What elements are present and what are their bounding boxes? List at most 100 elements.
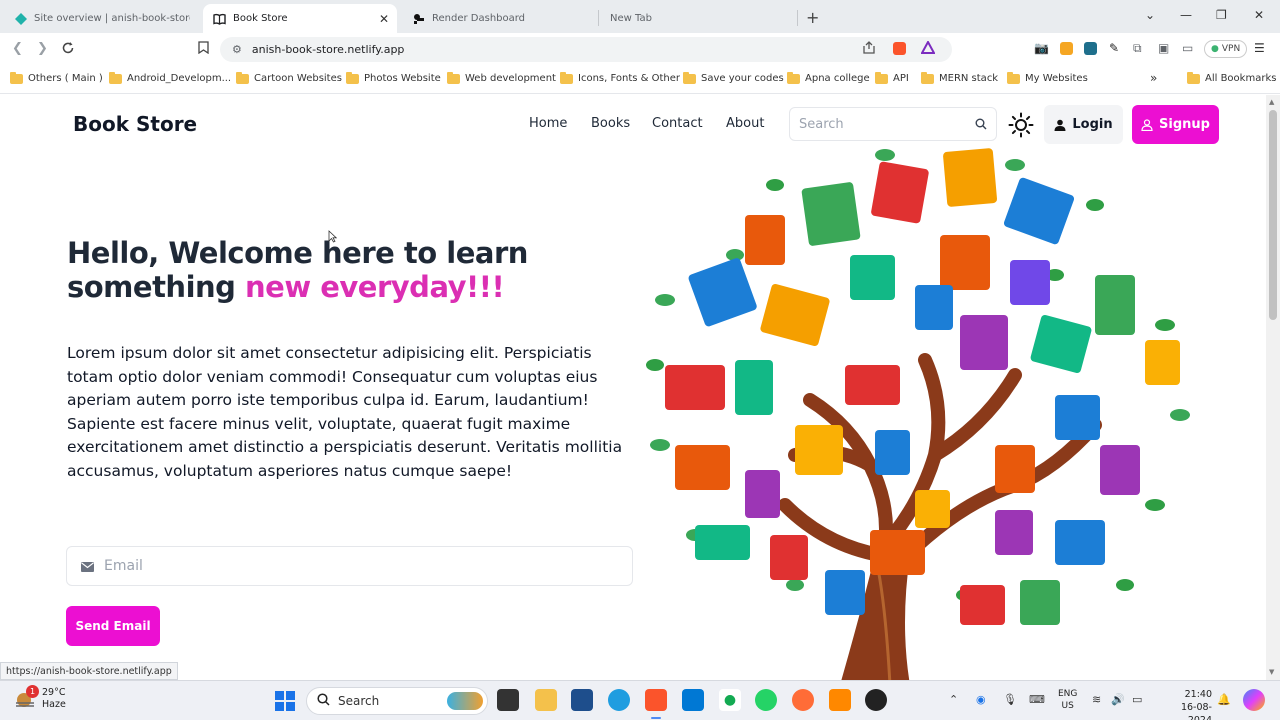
system-clock[interactable]: 21:40 16-08-2024: [1158, 688, 1212, 720]
url-text: anish-book-store.netlify.app: [251, 43, 405, 56]
scroll-up-icon[interactable]: ▲: [1269, 98, 1274, 106]
tab-title: Site overview | anish-book-store | N: [34, 13, 190, 24]
bookmark-folder[interactable]: Others ( Main ): [10, 71, 103, 84]
nav-home[interactable]: Home: [529, 116, 567, 131]
bookmark-folder[interactable]: My Websites: [1007, 71, 1088, 84]
language-region: US: [1061, 701, 1074, 711]
microsoft-store-icon[interactable]: [571, 689, 593, 711]
bookmark-folder[interactable]: Photos Website: [346, 71, 441, 84]
tab-site-overview[interactable]: Site overview | anish-book-store | N: [4, 4, 200, 33]
bookmark-folder[interactable]: Icons, Fonts & Other: [560, 71, 680, 84]
nav-books[interactable]: Books: [591, 116, 630, 131]
brave-browser-icon[interactable]: [645, 689, 667, 711]
task-view-icon[interactable]: [497, 689, 519, 711]
page-scrollbar[interactable]: ▲ ▼: [1266, 95, 1280, 680]
reload-icon[interactable]: [61, 41, 75, 59]
tray-expand-icon[interactable]: ⌃: [949, 693, 958, 706]
microphone-icon[interactable]: 🎙: [1003, 693, 1017, 706]
folder-icon: [447, 71, 460, 84]
book-icon: [213, 12, 226, 25]
bookmark-label: Android_Developm...: [127, 73, 232, 84]
send-email-button[interactable]: Send Email: [66, 606, 160, 646]
folder-icon: [346, 71, 359, 84]
bookmark-label: Save your codes: [701, 73, 784, 84]
wifi-icon[interactable]: ≋: [1092, 693, 1101, 706]
battery-icon[interactable]: ▭: [1132, 693, 1142, 706]
tab-book-store[interactable]: Book Store ✕: [203, 4, 397, 33]
tab-separator: [797, 10, 798, 26]
language-indicator[interactable]: ENG US: [1058, 688, 1077, 712]
windows-start-icon[interactable]: [274, 690, 296, 712]
extensions-puzzle-icon[interactable]: ⧉: [1133, 41, 1142, 56]
vpn-button[interactable]: ● VPN: [1204, 40, 1248, 58]
folder-icon: [236, 71, 249, 84]
more-bookmarks-chevron-icon[interactable]: »: [1150, 71, 1157, 85]
copilot-icon[interactable]: [1243, 689, 1265, 711]
minimize-icon[interactable]: —: [1180, 8, 1192, 22]
weather-widget[interactable]: 1 29°C Haze: [14, 685, 66, 711]
site-info-icon[interactable]: ⚙: [232, 43, 242, 56]
all-bookmarks-folder[interactable]: All Bookmarks: [1187, 71, 1276, 84]
bookmark-label: Cartoon Websites: [254, 73, 342, 84]
notification-bell-icon[interactable]: 🔔: [1217, 693, 1231, 706]
email-input[interactable]: [104, 558, 604, 574]
bookmark-folder[interactable]: Android_Developm...: [109, 71, 232, 84]
extension-teal-icon[interactable]: [1084, 42, 1097, 55]
tab-render-dashboard[interactable]: Render Dashboard: [402, 4, 592, 33]
close-window-icon[interactable]: ✕: [1254, 8, 1264, 22]
folder-icon: [787, 71, 800, 84]
sidebar-icon[interactable]: ▣: [1158, 41, 1169, 55]
extension-orange-icon[interactable]: [1060, 42, 1073, 55]
folder-icon: [1007, 71, 1020, 84]
tab-new-tab[interactable]: New Tab: [600, 4, 790, 33]
folder-icon: [1187, 71, 1200, 84]
brave-shield-icon[interactable]: [893, 42, 906, 55]
taskbar-search[interactable]: Search: [306, 687, 488, 715]
pen-extension-icon[interactable]: ✎: [1109, 41, 1119, 55]
tab-search-chevron-icon[interactable]: ⌄: [1145, 8, 1155, 22]
brave-rewards-icon[interactable]: [920, 39, 936, 57]
search-icon: [317, 693, 330, 709]
netlify-icon: [14, 12, 27, 25]
vlc-icon[interactable]: [829, 689, 851, 711]
media-app-icon[interactable]: [865, 689, 887, 711]
vscode-icon[interactable]: [682, 689, 704, 711]
language-code: ENG: [1058, 689, 1078, 699]
address-bar[interactable]: ⚙ anish-book-store.netlify.app: [220, 37, 952, 62]
notification-badge: 1: [26, 685, 39, 698]
site-brand[interactable]: Book Store: [73, 112, 197, 136]
tab-title: New Tab: [610, 13, 652, 24]
bookmark-page-icon[interactable]: [198, 41, 209, 58]
bookmark-folder[interactable]: Save your codes: [683, 71, 784, 84]
security-tray-icon[interactable]: ◉: [976, 693, 986, 706]
bookmark-folder[interactable]: Web development: [447, 71, 556, 84]
folder-icon: [109, 71, 122, 84]
whatsapp-icon[interactable]: [755, 689, 777, 711]
restore-icon[interactable]: ❐: [1216, 8, 1227, 22]
camera-extension-icon[interactable]: 📷: [1034, 41, 1049, 55]
bookmark-folder[interactable]: MERN stack: [921, 71, 998, 84]
wallet-icon[interactable]: ▭: [1182, 41, 1193, 55]
file-explorer-icon[interactable]: [535, 689, 557, 711]
forward-icon[interactable]: ❯: [37, 41, 48, 56]
menu-icon[interactable]: ☰: [1254, 41, 1265, 55]
mongodb-icon[interactable]: ●: [719, 689, 741, 711]
tab-separator: [598, 10, 599, 26]
edge-browser-icon[interactable]: [608, 689, 630, 711]
scroll-down-icon[interactable]: ▼: [1269, 668, 1274, 676]
share-icon[interactable]: [862, 41, 876, 57]
bookmark-folder[interactable]: Cartoon Websites: [236, 71, 342, 84]
bookmark-folder[interactable]: API: [875, 71, 909, 84]
back-icon[interactable]: ❮: [12, 41, 23, 56]
weather-desc: Haze: [42, 699, 66, 710]
mouse-cursor-icon: [328, 228, 338, 247]
keyboard-icon[interactable]: ⌨: [1029, 693, 1045, 706]
bookmark-folder[interactable]: Apna college: [787, 71, 870, 84]
scroll-thumb[interactable]: [1269, 110, 1277, 320]
weather-icon: 1: [14, 685, 39, 710]
page-viewport: Book Store Home Books Contact About Logi…: [0, 95, 1266, 680]
volume-icon[interactable]: 🔊: [1111, 693, 1125, 706]
close-tab-icon[interactable]: ✕: [379, 12, 389, 26]
new-tab-button[interactable]: +: [806, 8, 819, 27]
postman-icon[interactable]: [792, 689, 814, 711]
